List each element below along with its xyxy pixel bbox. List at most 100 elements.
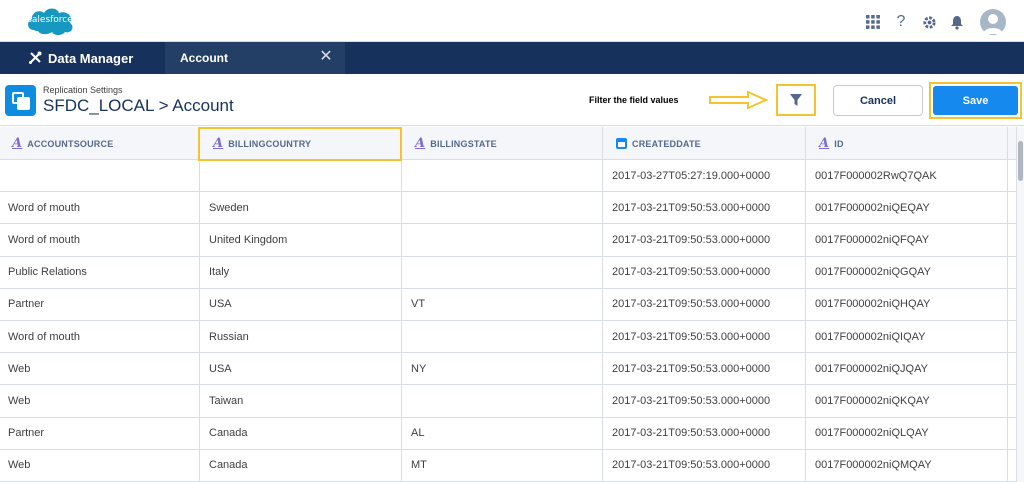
cell-billingcountry[interactable] bbox=[199, 160, 401, 191]
cell-createddate[interactable]: 2017-03-21T09:50:53.000+0000 bbox=[602, 385, 805, 416]
cell-id[interactable]: 0017F000002niQJQAY bbox=[805, 353, 1007, 384]
grid-header: A ACCOUNTSOURCE A BILLINGCOUNTRY A BILLI… bbox=[0, 127, 1016, 160]
cell-createddate[interactable]: 2017-03-21T09:50:53.000+0000 bbox=[602, 257, 805, 288]
cell-billingcountry[interactable]: Russian bbox=[199, 321, 401, 352]
table-row[interactable]: Web USA NY 2017-03-21T09:50:53.000+0000 … bbox=[0, 353, 1016, 386]
cell-createddate[interactable]: 2017-03-21T09:50:53.000+0000 bbox=[602, 418, 805, 449]
vertical-scrollbar[interactable] bbox=[1016, 127, 1024, 482]
gear-icon[interactable] bbox=[920, 13, 938, 31]
cell-billingstate[interactable]: AL bbox=[401, 418, 602, 449]
data-grid: A ACCOUNTSOURCE A BILLINGCOUNTRY A BILLI… bbox=[0, 127, 1024, 482]
cell-billingstate[interactable] bbox=[401, 257, 602, 288]
cell-id[interactable]: 0017F000002RwQ7QAK bbox=[805, 160, 1007, 191]
table-row[interactable]: Word of mouth Sweden 2017-03-21T09:50:53… bbox=[0, 192, 1016, 225]
page-subtitle: Replication Settings bbox=[43, 85, 123, 95]
cell-accountsource[interactable]: Partner bbox=[0, 418, 199, 449]
help-icon[interactable]: ? bbox=[892, 13, 910, 31]
cell-accountsource[interactable]: Word of mouth bbox=[0, 224, 199, 255]
salesforce-logo[interactable]: salesforce bbox=[24, 4, 76, 38]
cell-createddate[interactable]: 2017-03-27T05:27:19.000+0000 bbox=[602, 160, 805, 191]
cell-accountsource[interactable]: Partner bbox=[0, 289, 199, 320]
avatar[interactable] bbox=[980, 9, 1006, 35]
table-row[interactable]: Web Taiwan 2017-03-21T09:50:53.000+0000 … bbox=[0, 385, 1016, 418]
cell-createddate[interactable]: 2017-03-21T09:50:53.000+0000 bbox=[602, 321, 805, 352]
cell-accountsource[interactable]: Word of mouth bbox=[0, 321, 199, 352]
cell-billingstate[interactable] bbox=[401, 321, 602, 352]
cell-accountsource[interactable]: Word of mouth bbox=[0, 192, 199, 223]
arrow-right-icon bbox=[709, 91, 768, 109]
app-tab-bar: Data Manager Account ✕ bbox=[0, 42, 1024, 74]
cell-billingcountry[interactable]: USA bbox=[199, 289, 401, 320]
cell-accountsource[interactable]: Web bbox=[0, 353, 199, 384]
cell-accountsource[interactable]: Public Relations bbox=[0, 257, 199, 288]
cell-id[interactable]: 0017F000002niQKQAY bbox=[805, 385, 1007, 416]
grid-rows: 2017-03-27T05:27:19.000+0000 0017F000002… bbox=[0, 160, 1016, 482]
tools-icon bbox=[29, 51, 42, 64]
cell-id[interactable]: 0017F000002niQMQAY bbox=[805, 450, 1007, 481]
cell-accountsource[interactable] bbox=[0, 160, 199, 191]
cell-createddate[interactable]: 2017-03-21T09:50:53.000+0000 bbox=[602, 450, 805, 481]
column-header-accountsource[interactable]: A ACCOUNTSOURCE bbox=[0, 127, 199, 160]
cell-billingstate[interactable]: VT bbox=[401, 289, 602, 320]
tab-data-manager[interactable]: Data Manager bbox=[0, 42, 165, 74]
cell-createddate[interactable]: 2017-03-21T09:50:53.000+0000 bbox=[602, 192, 805, 223]
save-button[interactable]: Save bbox=[933, 86, 1018, 115]
filter-icon bbox=[790, 94, 802, 106]
cell-billingstate[interactable] bbox=[401, 192, 602, 223]
close-icon[interactable]: ✕ bbox=[319, 49, 333, 65]
billingcountry-highlight bbox=[198, 127, 402, 161]
cell-billingcountry[interactable]: United Kingdom bbox=[199, 224, 401, 255]
cell-billingstate[interactable] bbox=[401, 224, 602, 255]
cell-billingcountry[interactable]: USA bbox=[199, 353, 401, 384]
column-label: CREATEDDATE bbox=[632, 138, 701, 149]
cancel-button[interactable]: Cancel bbox=[833, 85, 923, 116]
logo-text: salesforce bbox=[27, 15, 73, 25]
table-row[interactable]: 2017-03-27T05:27:19.000+0000 0017F000002… bbox=[0, 160, 1016, 193]
column-header-billingstate[interactable]: A BILLINGSTATE bbox=[403, 127, 602, 160]
table-row[interactable]: Public Relations Italy 2017-03-21T09:50:… bbox=[0, 257, 1016, 289]
cell-billingstate[interactable] bbox=[401, 385, 602, 416]
tab-app-label: Data Manager bbox=[48, 50, 134, 66]
cell-id[interactable]: 0017F000002niQGQAY bbox=[805, 257, 1007, 288]
cell-id[interactable]: 0017F000002niQIQAY bbox=[805, 321, 1007, 352]
table-row[interactable]: Word of mouth Russian 2017-03-21T09:50:5… bbox=[0, 321, 1016, 354]
cell-id[interactable]: 0017F000002niQHQAY bbox=[805, 289, 1007, 320]
cell-billingstate[interactable]: NY bbox=[401, 353, 602, 384]
cell-accountsource[interactable]: Web bbox=[0, 450, 199, 481]
apps-grid-icon[interactable] bbox=[864, 13, 882, 31]
column-header-createddate[interactable]: CREATEDDATE bbox=[604, 127, 805, 160]
table-row[interactable]: Partner USA VT 2017-03-21T09:50:53.000+0… bbox=[0, 289, 1016, 321]
cell-id[interactable]: 0017F000002niQFQAY bbox=[805, 224, 1007, 255]
table-row[interactable]: Partner Canada AL 2017-03-21T09:50:53.00… bbox=[0, 418, 1016, 450]
cell-id[interactable]: 0017F000002niQLQAY bbox=[805, 418, 1007, 449]
column-header-id[interactable]: A ID bbox=[807, 127, 1007, 160]
text-type-icon: A bbox=[819, 136, 830, 151]
text-type-icon: A bbox=[415, 136, 426, 151]
filter-button[interactable] bbox=[776, 84, 816, 116]
scrollbar-thumb[interactable] bbox=[1018, 141, 1023, 181]
column-label: BILLINGSTATE bbox=[430, 138, 497, 149]
cell-billingcountry[interactable]: Sweden bbox=[199, 192, 401, 223]
table-row[interactable]: Word of mouth United Kingdom 2017-03-21T… bbox=[0, 224, 1016, 257]
cell-billingcountry[interactable]: Canada bbox=[199, 418, 401, 449]
tab-account[interactable]: Account ✕ bbox=[165, 42, 345, 74]
cell-billingcountry[interactable]: Italy bbox=[199, 257, 401, 288]
cell-createddate[interactable]: 2017-03-21T09:50:53.000+0000 bbox=[602, 224, 805, 255]
page-header: Replication Settings SFDC_LOCAL > Accoun… bbox=[0, 74, 1024, 126]
cell-accountsource[interactable]: Web bbox=[0, 385, 199, 416]
cell-billingstate[interactable]: MT bbox=[401, 450, 602, 481]
cell-billingstate[interactable] bbox=[401, 160, 602, 191]
bell-icon[interactable] bbox=[948, 13, 966, 31]
cell-id[interactable]: 0017F000002niQEQAY bbox=[805, 192, 1007, 223]
table-row[interactable]: Web Canada MT 2017-03-21T09:50:53.000+00… bbox=[0, 450, 1016, 482]
column-label: ACCOUNTSOURCE bbox=[27, 138, 114, 149]
page-title: SFDC_LOCAL > Account bbox=[43, 96, 234, 115]
cell-createddate[interactable]: 2017-03-21T09:50:53.000+0000 bbox=[602, 353, 805, 384]
dataset-icon bbox=[5, 85, 36, 116]
cell-billingcountry[interactable]: Canada bbox=[199, 450, 401, 481]
cell-billingcountry[interactable]: Taiwan bbox=[199, 385, 401, 416]
text-type-icon: A bbox=[12, 136, 23, 151]
filter-hint-label: Filter the field values bbox=[589, 95, 679, 105]
tab-account-label: Account bbox=[180, 51, 228, 65]
cell-createddate[interactable]: 2017-03-21T09:50:53.000+0000 bbox=[602, 289, 805, 320]
